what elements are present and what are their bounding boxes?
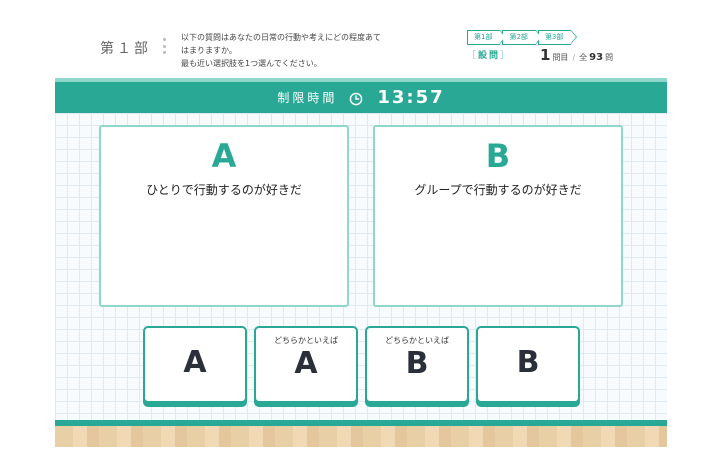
answer-button-somewhat-b[interactable]: どちらかといえば B [365, 326, 469, 403]
option-statement: グループで行動するのが好きだ [414, 183, 582, 197]
timer-value: 13:57 [377, 87, 445, 108]
instructions-text: 以下の質問はあなたの日常の行動や考えにどの程度あて はまりますか。 最も近い選択… [181, 31, 416, 70]
answer-qualifier: どちらかといえば [274, 336, 338, 345]
step-part-3: 第3部 [537, 30, 578, 45]
answer-letter: B [405, 346, 429, 381]
answer-letter: A [183, 345, 207, 380]
option-letter: A [211, 137, 237, 175]
section-title: 第１部 [100, 41, 151, 57]
instruction-line: 以下の質問はあなたの日常の行動や考えにどの程度あて [181, 33, 381, 42]
option-card-b: B グループで行動するのが好きだ [373, 125, 623, 307]
test-header: 第１部 以下の質問はあなたの日常の行動や考えにどの程度あて はまりますか。 最も… [0, 0, 711, 78]
answer-button-b[interactable]: B [476, 326, 580, 403]
question-total-number: 93 [589, 52, 604, 63]
instruction-line: 最も近い選択肢を1つ選んでください。 [181, 59, 322, 68]
question-counter: 1 問目 / 全 93 問 [540, 46, 614, 64]
timer-bar: 制限時間 13:57 [55, 82, 667, 113]
timer-label: 制限時間 [277, 91, 338, 105]
question-unit: 問目 [552, 53, 569, 62]
answer-qualifier: どちらかといえば [385, 336, 449, 345]
option-letter: B [485, 137, 511, 175]
section-divider-icon [162, 38, 166, 54]
question-total-unit: 問 [605, 53, 614, 62]
step-part-1: 第1部 [467, 30, 508, 45]
option-statement: ひとりで行動するのが好きだ [146, 183, 302, 197]
answer-button-somewhat-a[interactable]: どちらかといえば A [254, 326, 358, 403]
clock-icon [349, 91, 363, 105]
answer-letter: A [294, 346, 318, 381]
progress-steps: 第1部 第2部 第3部 [467, 30, 578, 45]
answer-button-a[interactable]: A [143, 326, 247, 403]
option-card-a: A ひとりで行動するのが好きだ [99, 125, 349, 307]
answer-letter: B [516, 345, 540, 380]
question-total-prefix: 全 [579, 53, 588, 62]
question-current-number: 1 [540, 46, 551, 64]
instruction-line: はまりますか。 [181, 46, 237, 55]
question-label-text: 設問 [478, 51, 501, 61]
step-part-2: 第2部 [502, 30, 543, 45]
wood-floor-decoration [55, 426, 667, 447]
question-label: ［設問］ [467, 51, 512, 61]
